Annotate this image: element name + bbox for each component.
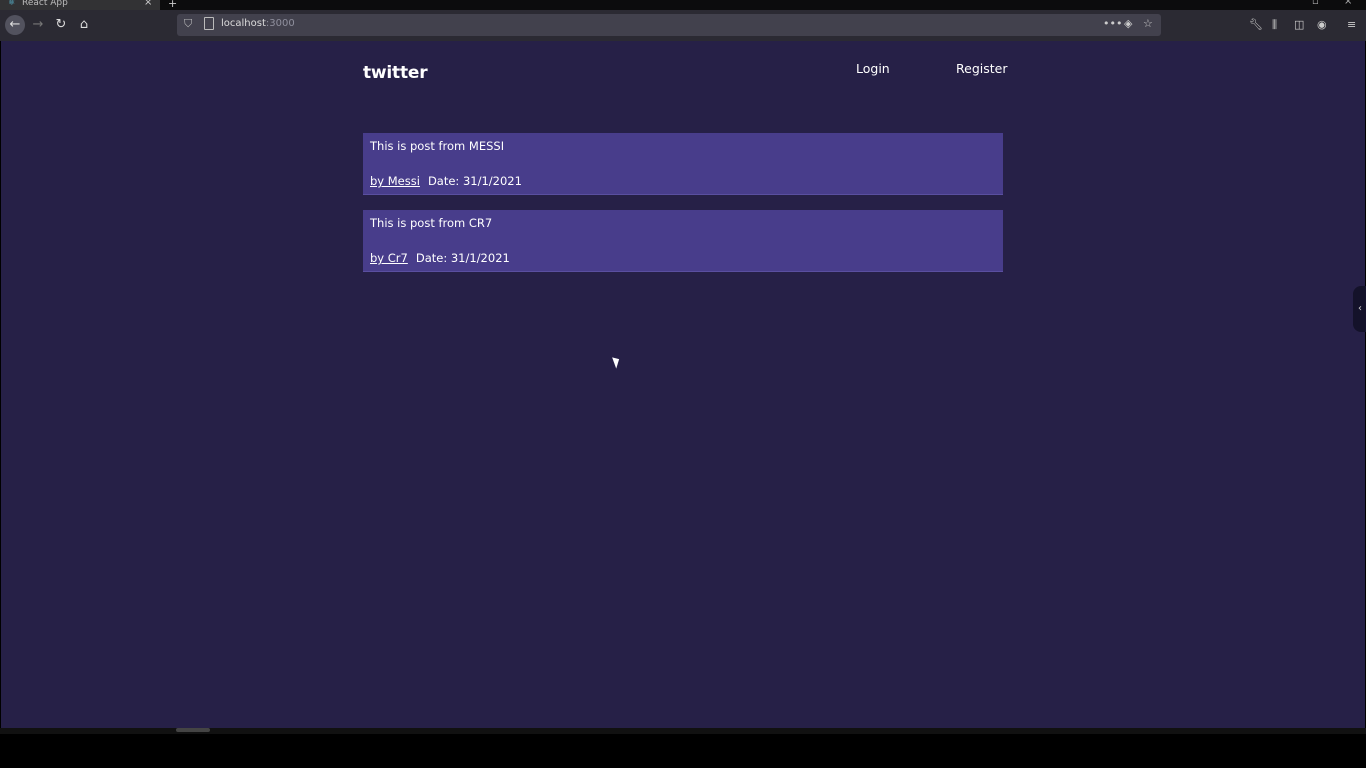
- post-card: This is post from MESSI by Messi Date: 31…: [363, 133, 1003, 195]
- account-icon[interactable]: ◉: [1317, 18, 1327, 31]
- close-window-icon[interactable]: ×: [1344, 0, 1352, 7]
- star-icon[interactable]: ☆: [1143, 17, 1153, 30]
- pocket-icon[interactable]: ◈: [1124, 17, 1132, 30]
- sidebar-icon[interactable]: ◫: [1294, 18, 1304, 31]
- post-author-link[interactable]: by Cr7: [370, 251, 408, 265]
- side-panel-chevron-icon[interactable]: ‹: [1353, 286, 1366, 332]
- post-author-link[interactable]: by Messi: [370, 174, 420, 188]
- letterbox-bar: [0, 734, 1366, 768]
- url-bar[interactable]: ⛉ localhost:3000 ••• ◈ ☆: [177, 14, 1161, 36]
- tab-bar: ⚛ React App × + ▫ ×: [0, 0, 1366, 10]
- app-header: twitter Login Register: [363, 61, 1007, 91]
- new-tab-icon[interactable]: +: [168, 0, 177, 10]
- post-meta: by Cr7 Date: 31/1/2021: [370, 251, 510, 265]
- shield-icon[interactable]: ⛉: [184, 17, 192, 31]
- home-icon[interactable]: ⌂: [74, 15, 94, 35]
- post-text: This is post from MESSI: [370, 139, 505, 153]
- react-favicon-icon: ⚛: [8, 0, 16, 7]
- browser-toolbar: ← → ↻ ⌂ ⛉ localhost:3000 ••• ◈ ☆ 🔧︎ ⫼ ◫ …: [0, 10, 1366, 41]
- url-text[interactable]: localhost:3000: [221, 18, 295, 29]
- tab-title: React App: [22, 0, 68, 8]
- url-port: :3000: [265, 18, 295, 29]
- post-card: This is post from CR7 by Cr7 Date: 31/1/2…: [363, 210, 1003, 272]
- post-date: Date: 31/1/2021: [427, 174, 522, 188]
- post-meta: by Messi Date: 31/1/2021: [370, 174, 522, 188]
- post-list: This is post from MESSI by Messi Date: 31…: [363, 133, 1003, 287]
- back-arrow-icon[interactable]: ←: [5, 15, 25, 35]
- register-link[interactable]: Register: [956, 61, 1007, 76]
- login-link[interactable]: Login: [856, 61, 890, 76]
- hamburger-icon[interactable]: ≡: [1347, 18, 1356, 31]
- more-icon[interactable]: •••: [1103, 17, 1122, 30]
- post-text: This is post from CR7: [370, 216, 493, 230]
- library-icon[interactable]: ⫼: [1272, 18, 1277, 32]
- page-icon: [204, 17, 214, 30]
- mouse-cursor-icon: [612, 355, 622, 369]
- wrench-icon[interactable]: 🔧︎: [1249, 18, 1263, 31]
- forward-arrow-icon[interactable]: →: [28, 15, 48, 35]
- reload-icon[interactable]: ↻: [51, 15, 71, 35]
- scrollbar-thumb[interactable]: [176, 728, 210, 732]
- app-logo[interactable]: twitter: [363, 63, 428, 83]
- tab-close-icon[interactable]: ×: [144, 0, 152, 8]
- restore-window-icon[interactable]: ▫: [1312, 0, 1319, 7]
- page-viewport: twitter Login Register This is post from…: [1, 41, 1365, 728]
- url-host: localhost: [221, 18, 266, 29]
- post-date: Date: 31/1/2021: [415, 251, 510, 265]
- browser-tab[interactable]: ⚛ React App ×: [0, 0, 160, 10]
